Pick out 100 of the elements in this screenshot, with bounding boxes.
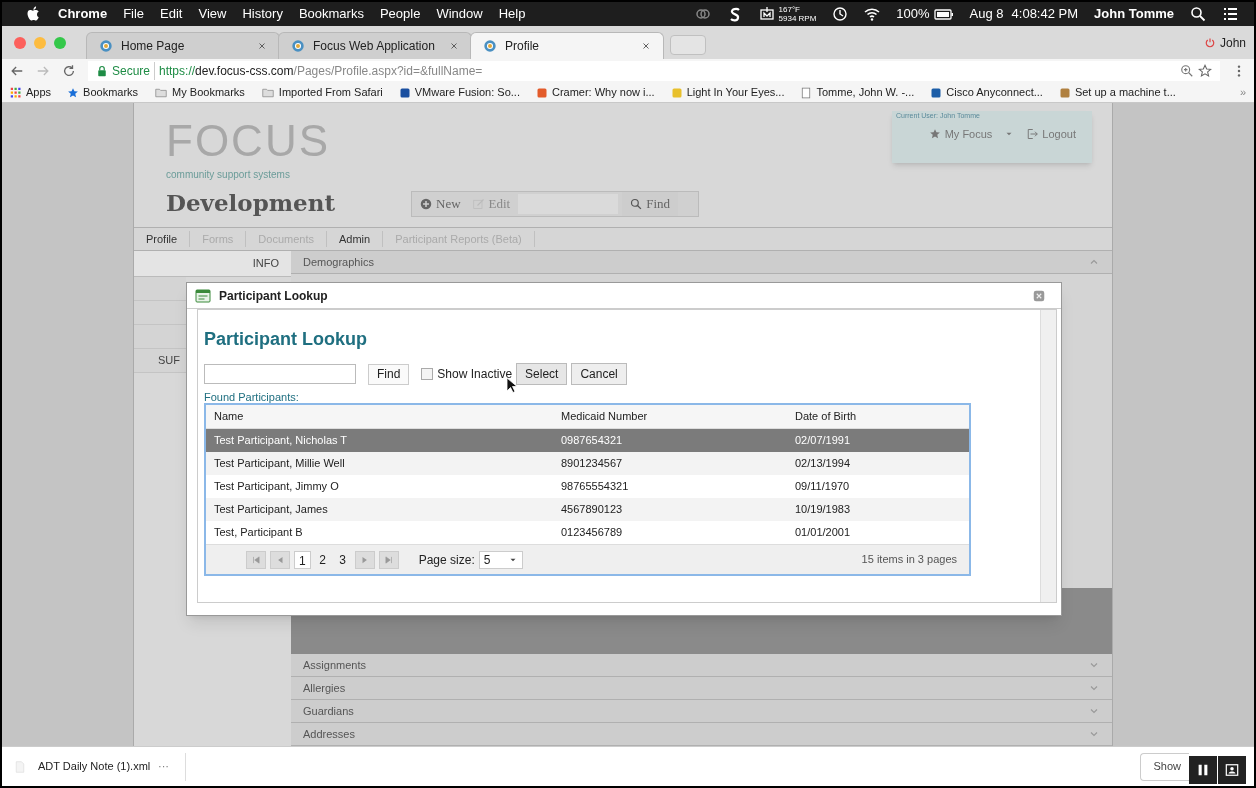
reload-icon[interactable] [62, 64, 76, 78]
section-header[interactable]: Guardians [291, 700, 1112, 723]
checkbox[interactable] [421, 368, 434, 380]
menu-item[interactable]: Help [498, 4, 526, 24]
star-icon[interactable] [1198, 64, 1212, 78]
minimize-button[interactable] [34, 36, 46, 49]
section-header[interactable]: Assignments [291, 654, 1112, 677]
table-cell-text: 01/01/2001 [794, 525, 852, 541]
menu-item[interactable]: Window [436, 4, 483, 24]
table-cell-text: 4567890123 [560, 502, 624, 518]
cancel-button[interactable]: Cancel [571, 363, 627, 385]
more-options-button[interactable]: ··· [158, 752, 186, 781]
bookmark[interactable]: Cisco Anyconnect... [930, 84, 1043, 101]
tab-title: Home Page [121, 38, 186, 55]
nav-tab[interactable]: Admin [327, 230, 384, 248]
column-header[interactable]: Medicaid Number [553, 408, 787, 425]
pause-button[interactable] [1189, 756, 1217, 784]
table-cell-text: Test Participant, James [213, 502, 329, 518]
nav-tab[interactable]: Profile [134, 230, 191, 248]
app-menu[interactable]: Chrome [58, 4, 108, 24]
next-page-button[interactable] [354, 550, 375, 569]
forward-icon[interactable] [36, 64, 50, 78]
section-header[interactable]: Demographics [291, 251, 1112, 274]
more-bookmarks[interactable]: » [1239, 84, 1246, 101]
bookmark[interactable]: Cramer: Why now i... [535, 84, 655, 101]
table-row[interactable]: Test Participant, Millie Well 8901234567 02/13/1994 [206, 452, 969, 475]
search-icon[interactable] [1190, 6, 1206, 22]
battery-percent: 100% [896, 5, 930, 24]
bookmark[interactable]: Light In Your Eyes... [670, 84, 785, 101]
menu-item[interactable]: Bookmarks [298, 4, 364, 24]
menu-date[interactable]: Aug 8 [969, 4, 1004, 24]
page-link[interactable]: 2 [314, 550, 331, 569]
close-icon[interactable] [641, 41, 651, 51]
menu-item[interactable]: View [198, 4, 227, 24]
close-icon[interactable] [1033, 289, 1045, 302]
table-cell-text: Test Participant, Jimmy O [213, 479, 340, 495]
page-icon [800, 86, 813, 99]
find-button[interactable]: Find [368, 363, 410, 385]
page-size-dropdown[interactable]: 5 [478, 550, 523, 569]
picture-icon [1225, 763, 1239, 777]
bookmark[interactable]: Set up a machine t... [1058, 84, 1176, 101]
bookmark[interactable]: VMware Fusion: So... [398, 84, 520, 101]
first-page-button[interactable] [246, 550, 266, 569]
back-icon[interactable] [10, 64, 24, 78]
table-cell-text: 10/19/1983 [794, 502, 852, 518]
list-icon[interactable] [1222, 6, 1238, 22]
battery-icon[interactable] [933, 6, 954, 22]
table-row[interactable]: Test Participant, James 4567890123 10/19/1983 [206, 498, 969, 521]
column-header[interactable]: Name [206, 408, 553, 425]
star-icon [67, 86, 80, 99]
page-link[interactable]: 3 [334, 550, 351, 569]
pause-icon [1196, 763, 1210, 777]
close-window-button[interactable] [14, 36, 26, 49]
dialog-title: Participant Lookup [219, 287, 329, 305]
section-title: Demographics [303, 254, 375, 270]
browser-tab[interactable]: Focus Web Application [278, 32, 472, 59]
menu-item[interactable]: People [379, 4, 421, 24]
plus-icon [420, 198, 432, 210]
section-header[interactable]: Allergies [291, 677, 1112, 700]
user-name[interactable]: John Tomme [1094, 4, 1174, 24]
zoom-button[interactable] [54, 36, 66, 49]
browser-tab[interactable]: Home Page [86, 32, 280, 59]
menu-item[interactable]: History [242, 4, 283, 24]
browser-tab[interactable]: Profile [470, 32, 664, 59]
picture-button[interactable] [1218, 756, 1246, 784]
select-button[interactable]: Select [516, 363, 568, 385]
menu-item[interactable]: Edit [160, 4, 183, 24]
close-icon[interactable] [449, 41, 459, 51]
chip-icon[interactable] [758, 6, 775, 22]
previous-page-button[interactable] [270, 550, 290, 569]
section-header[interactable]: Addresses [291, 723, 1112, 746]
menu-item[interactable]: File [123, 4, 145, 24]
bookmark[interactable]: Bookmarks [67, 84, 139, 101]
column-header[interactable]: Date of Birth [787, 408, 969, 425]
page-link[interactable]: 1 [294, 550, 311, 569]
menu-time[interactable]: 4:08:42 PM [1011, 4, 1079, 24]
bookmark[interactable]: Apps [10, 84, 52, 101]
clock-icon[interactable] [832, 6, 849, 22]
checkbox-label: Show Inactive [437, 366, 513, 383]
table-cell-text: Test Participant, Nicholas T [213, 433, 349, 449]
zoom-icon[interactable] [1180, 64, 1194, 78]
address-bar[interactable]: Secure https://dev.focus-css.com/Pages/Profile.aspx?id=&fullName= [88, 61, 1220, 81]
wifi-icon[interactable] [864, 6, 881, 22]
search-field[interactable] [204, 364, 356, 384]
temperature-reading: 167°F [778, 5, 801, 14]
new-tab-button[interactable] [670, 35, 706, 55]
scrollbar[interactable] [1040, 310, 1056, 602]
table-cell-text: 09/11/1970 [794, 479, 851, 495]
info-tab[interactable]: INFO [134, 251, 291, 277]
bookmark[interactable]: Tomme, John W. -... [800, 84, 915, 101]
table-row[interactable]: Test Participant, Nicholas T 0987654321 02/07/1991 [206, 429, 969, 452]
bookmark[interactable]: Imported From Safari [260, 84, 383, 101]
new-button[interactable]: New [412, 194, 469, 214]
table-cell-text: 8901234567 [560, 456, 624, 472]
table-cell-text: 0987654321 [560, 433, 624, 449]
profile-name[interactable]: John [1219, 33, 1246, 52]
download-file-name[interactable]: ADT Daily Note (1).xml [38, 758, 158, 775]
close-icon[interactable] [257, 41, 267, 51]
bookmark[interactable]: My Bookmarks [154, 84, 245, 101]
last-page-button[interactable] [378, 550, 399, 569]
